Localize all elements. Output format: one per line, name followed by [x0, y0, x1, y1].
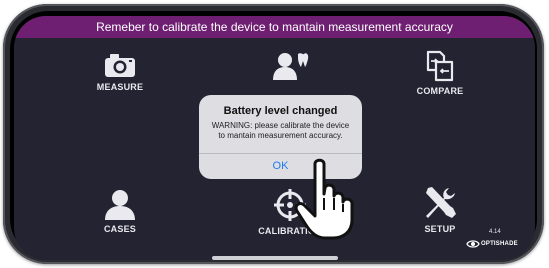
compare-tile[interactable]: COMPARE: [395, 50, 485, 96]
eye-logo-icon: [466, 240, 480, 248]
measure-label: MEASURE: [96, 82, 144, 92]
setup-label: SETUP: [424, 224, 456, 234]
compare-files-icon: [426, 50, 454, 82]
dialog-title: Battery level changed: [223, 105, 338, 117]
brand-name: OPTISHADE: [481, 241, 518, 247]
camera-icon: [105, 54, 135, 77]
brand-logo: OPTISHADE: [466, 239, 518, 251]
calibration-banner: Remeber to calibrate the device to manta…: [14, 16, 535, 38]
wrench-screwdriver-icon: [426, 187, 456, 218]
pointing-hand-icon: [294, 158, 354, 240]
dialog-message: WARNING: please calibrate the device to …: [211, 121, 350, 140]
version-label: 4.14: [489, 229, 501, 235]
cases-label: CASES: [103, 224, 136, 234]
person-icon: [105, 190, 135, 220]
patient-tooth-tile[interactable]: [245, 50, 335, 80]
cases-tile[interactable]: CASES: [75, 188, 165, 234]
app-screen: Remeber to calibrate the device to manta…: [14, 16, 535, 260]
home-indicator[interactable]: [212, 256, 338, 260]
setup-tile[interactable]: SETUP: [395, 184, 485, 234]
measure-tile[interactable]: MEASURE: [75, 52, 165, 92]
person-tooth-icon: [273, 53, 309, 80]
compare-label: COMPARE: [416, 86, 464, 96]
